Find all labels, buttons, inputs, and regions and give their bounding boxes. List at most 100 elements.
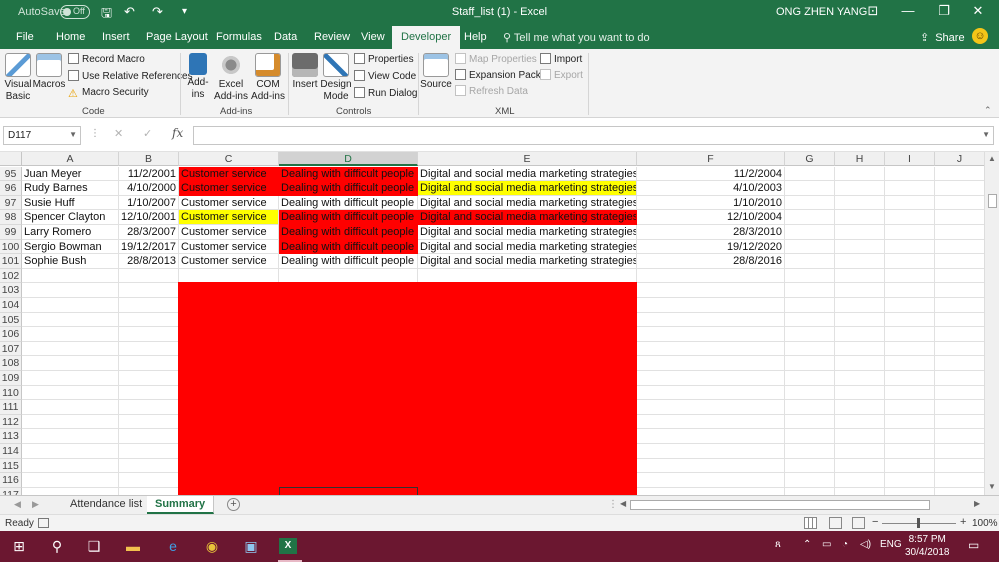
cancel-icon[interactable]: ✕	[114, 127, 123, 140]
restore-icon[interactable]: ❐	[934, 3, 954, 19]
cell-h113[interactable]	[835, 429, 885, 444]
cell-h114[interactable]	[835, 444, 885, 459]
cell-j99[interactable]	[935, 225, 985, 240]
tab-view[interactable]: View	[361, 31, 385, 43]
cell-g100[interactable]	[785, 239, 835, 255]
row-header-109[interactable]: 109	[0, 371, 22, 386]
cell-c96[interactable]: Customer service	[179, 181, 279, 196]
cell-h98[interactable]	[835, 210, 885, 225]
record-macro-button[interactable]: Record Macro	[68, 53, 145, 65]
cell-f102[interactable]	[637, 268, 785, 284]
cell-b114[interactable]	[119, 444, 179, 459]
row-header-112[interactable]: 112	[0, 414, 22, 430]
cell-f96[interactable]: 4/10/2003	[637, 181, 785, 196]
cell-i97[interactable]	[885, 195, 935, 211]
cell-g117[interactable]	[785, 487, 835, 495]
collapse-ribbon-icon[interactable]: ⌃	[984, 105, 992, 116]
cell-e96[interactable]: Digital and social media marketing strat…	[418, 181, 637, 196]
formula-input[interactable]: ▼	[193, 126, 994, 145]
cell-i109[interactable]	[885, 371, 935, 386]
visual-basic-button[interactable]: Visual Basic	[3, 53, 33, 103]
cell-h97[interactable]	[835, 195, 885, 211]
cell-i104[interactable]	[885, 298, 935, 313]
cell-a97[interactable]: Susie Huff	[22, 195, 119, 211]
row-header-101[interactable]: 101	[0, 254, 22, 269]
cell-f114[interactable]	[637, 444, 785, 459]
cell-j97[interactable]	[935, 195, 985, 211]
row-header-103[interactable]: 103	[0, 283, 22, 298]
cell-a107[interactable]	[22, 341, 119, 357]
cell-a116[interactable]	[22, 473, 119, 488]
row-header-106[interactable]: 106	[0, 327, 22, 342]
cell-j105[interactable]	[935, 312, 985, 328]
row-header-113[interactable]: 113	[0, 429, 22, 444]
battery-icon[interactable]: ▭	[822, 539, 831, 550]
cell-b110[interactable]	[119, 385, 179, 401]
row-header-104[interactable]: 104	[0, 298, 22, 313]
cell-i117[interactable]	[885, 487, 935, 495]
cell-g102[interactable]	[785, 268, 835, 284]
cell-d96[interactable]: Dealing with difficult people	[279, 181, 418, 196]
cell-e98[interactable]: Digital and social media marketing strat…	[418, 210, 637, 225]
cell-e95[interactable]: Digital and social media marketing strat…	[418, 166, 637, 182]
xml-source-button[interactable]: Source	[420, 53, 452, 91]
cell-j110[interactable]	[935, 385, 985, 401]
cell-b98[interactable]: 12/10/2001	[119, 210, 179, 225]
cell-d100[interactable]: Dealing with difficult people	[279, 239, 418, 255]
cell-f104[interactable]	[637, 298, 785, 313]
cell-f116[interactable]	[637, 473, 785, 488]
cell-d98[interactable]: Dealing with difficult people	[279, 210, 418, 225]
notifications-icon[interactable]: ▭	[968, 538, 979, 552]
cell-c101[interactable]: Customer service	[179, 254, 279, 269]
vertical-scrollbar[interactable]: ▲ ▼	[984, 152, 999, 495]
cell-e97[interactable]: Digital and social media marketing strat…	[418, 195, 637, 211]
zoom-out-icon[interactable]: −	[872, 516, 878, 528]
cell-g115[interactable]	[785, 458, 835, 474]
vertical-scroll-thumb[interactable]	[988, 194, 997, 208]
cell-a101[interactable]: Sophie Bush	[22, 254, 119, 269]
row-header-99[interactable]: 99	[0, 225, 22, 240]
chrome-icon[interactable]: ◉	[201, 536, 223, 556]
cell-b96[interactable]: 4/10/2000	[119, 181, 179, 196]
tab-file[interactable]: File	[16, 31, 34, 43]
cell-i100[interactable]	[885, 239, 935, 255]
macro-security-button[interactable]: ⚠ Macro Security	[68, 87, 149, 100]
cell-f100[interactable]: 19/12/2020	[637, 239, 785, 255]
cell-h103[interactable]	[835, 283, 885, 298]
cell-j112[interactable]	[935, 414, 985, 430]
cell-c98[interactable]: Customer service	[179, 210, 279, 225]
cell-h117[interactable]	[835, 487, 885, 495]
cell-a109[interactable]	[22, 371, 119, 386]
more-icon[interactable]: ⋮	[90, 128, 100, 139]
excel-taskbar-icon[interactable]: X	[279, 538, 297, 554]
cell-i113[interactable]	[885, 429, 935, 444]
cell-j101[interactable]	[935, 254, 985, 269]
cell-g111[interactable]	[785, 400, 835, 415]
cell-i112[interactable]	[885, 414, 935, 430]
cell-j109[interactable]	[935, 371, 985, 386]
tab-page-layout[interactable]: Page Layout	[146, 31, 208, 43]
cell-g107[interactable]	[785, 341, 835, 357]
cell-f115[interactable]	[637, 458, 785, 474]
refresh-data-button[interactable]: Refresh Data	[455, 85, 528, 97]
name-box[interactable]: D117 ▼	[3, 126, 81, 145]
cell-a111[interactable]	[22, 400, 119, 415]
column-header-j[interactable]: J	[935, 152, 985, 166]
cell-h99[interactable]	[835, 225, 885, 240]
normal-view-icon[interactable]	[804, 517, 817, 529]
add-sheet-icon[interactable]: +	[227, 498, 240, 511]
cell-j103[interactable]	[935, 283, 985, 298]
cell-f105[interactable]	[637, 312, 785, 328]
cell-g109[interactable]	[785, 371, 835, 386]
cell-f95[interactable]: 11/2/2004	[637, 166, 785, 182]
tab-formulas[interactable]: Formulas	[216, 31, 262, 43]
cell-b105[interactable]	[119, 312, 179, 328]
cell-a104[interactable]	[22, 298, 119, 313]
ribbon-display-icon[interactable]: ⊡	[863, 3, 883, 19]
cell-g108[interactable]	[785, 356, 835, 371]
cell-h102[interactable]	[835, 268, 885, 284]
zoom-in-icon[interactable]: +	[960, 516, 966, 528]
cell-h108[interactable]	[835, 356, 885, 371]
cell-h107[interactable]	[835, 341, 885, 357]
cell-f98[interactable]: 12/10/2004	[637, 210, 785, 225]
